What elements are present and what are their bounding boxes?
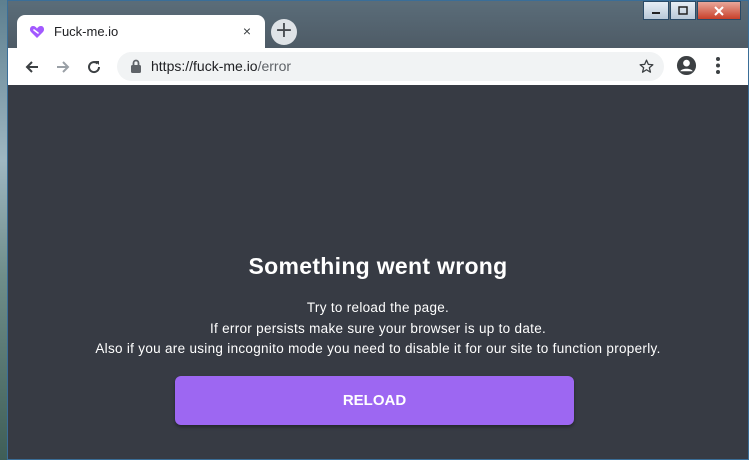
error-page: Something went wrong Try to reload the p… — [8, 85, 748, 459]
forward-arrow-icon — [57, 61, 70, 73]
forward-button[interactable] — [51, 55, 75, 79]
back-button[interactable] — [20, 55, 44, 79]
close-window-button[interactable] — [697, 1, 741, 20]
url-text: https://fuck-me.io/error — [151, 58, 291, 74]
star-icon[interactable] — [638, 58, 655, 75]
heart-logo-icon — [29, 26, 45, 38]
back-arrow-icon — [25, 61, 38, 73]
maximize-button[interactable] — [670, 1, 696, 20]
browser-window: Fuck-me.io × + https://fuck-me.io/error … — [7, 0, 749, 460]
kebab-menu-icon[interactable] — [711, 55, 725, 76]
close-icon — [714, 5, 724, 16]
message-line: Try to reload the page. — [306, 300, 450, 315]
browser-tab[interactable]: Fuck-me.io × — [17, 15, 265, 48]
window-controls — [642, 1, 741, 22]
address-bar[interactable]: https://fuck-me.io/error — [117, 52, 664, 81]
new-tab-button[interactable]: + — [271, 19, 297, 45]
message-line: Also if you are using incognito mode you… — [95, 341, 661, 356]
error-heading: Something went wrong — [248, 253, 508, 279]
maximize-icon — [678, 6, 688, 15]
profile-icon[interactable] — [676, 55, 697, 76]
minimize-icon — [652, 11, 660, 14]
reload-page-button[interactable] — [82, 55, 106, 79]
lock-icon — [131, 59, 141, 73]
browser-toolbar: https://fuck-me.io/error — [8, 48, 748, 86]
url-path: /error — [257, 58, 292, 74]
message-line: If error persists make sure your browser… — [209, 320, 547, 336]
reload-button[interactable]: RELOAD — [175, 376, 574, 425]
reload-icon — [88, 61, 101, 74]
minimize-button[interactable] — [643, 1, 669, 20]
url-host: https://fuck-me.io — [151, 58, 258, 74]
tab-title: Fuck-me.io — [54, 24, 119, 39]
error-message: Try to reload the page. If error persist… — [8, 298, 748, 360]
tab-strip: Fuck-me.io × + — [8, 1, 748, 48]
tab-close-icon[interactable]: × — [239, 23, 255, 39]
